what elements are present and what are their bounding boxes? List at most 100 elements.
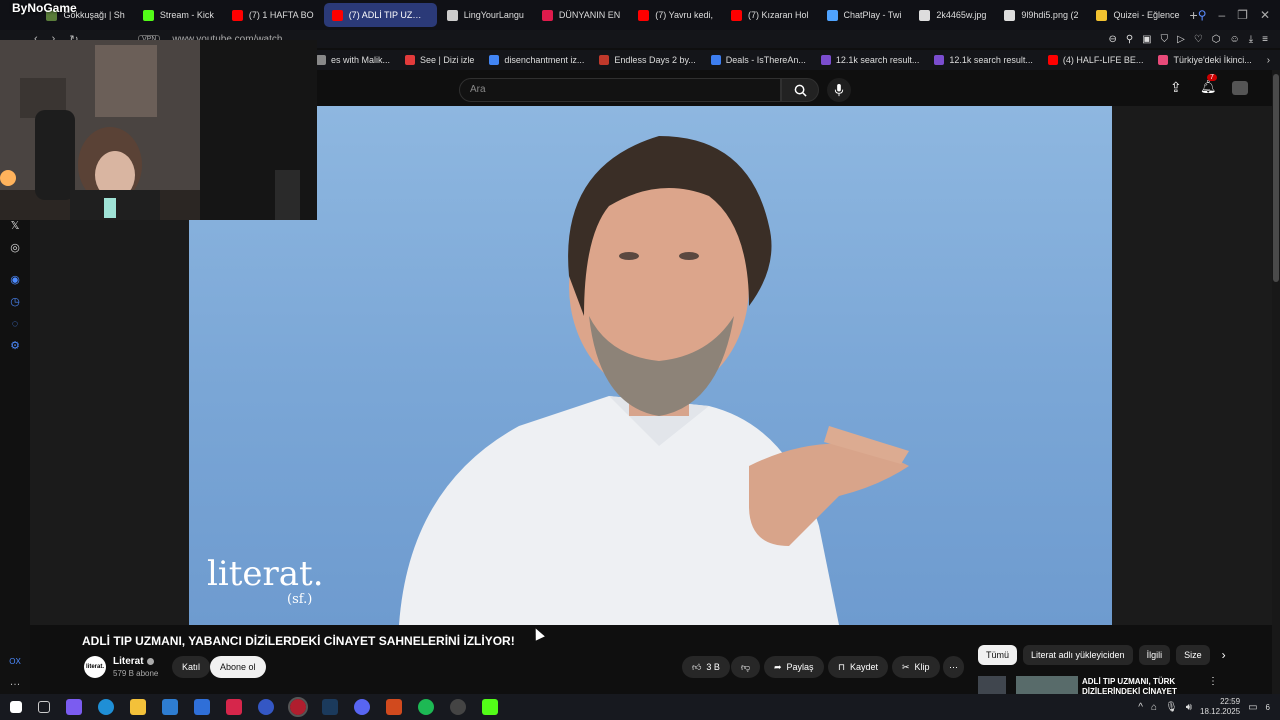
app-icon[interactable] — [226, 699, 242, 715]
mic-tray-icon[interactable]: 🎙︎ — [1165, 702, 1178, 713]
tab-list: Gökkuşağı | Sh Stream - Kick (7) 1 HAFTA B… — [38, 3, 1189, 27]
heart-icon[interactable]: ♡ — [1194, 34, 1203, 45]
bookmark-item[interactable]: 12.1k search result... — [934, 55, 1033, 65]
recommended-thumbnail-a[interactable] — [978, 676, 1006, 694]
create-icon[interactable]: ⇪ — [1170, 79, 1182, 96]
obs-icon[interactable] — [450, 699, 466, 715]
zoom-icon[interactable]: ⊖ — [1108, 34, 1116, 45]
bookmark-item[interactable]: See | Dizi izle — [405, 55, 474, 65]
recommended-video[interactable]: ADLİ TIP UZMANI, TÜRK DİZİLERİNDEKİ CİNA… — [978, 676, 1272, 694]
search-input[interactable]: Ara — [459, 78, 781, 102]
close-window-icon[interactable]: ✕ — [1260, 8, 1270, 22]
settings-icon[interactable]: ⚙ — [9, 340, 21, 352]
network-icon[interactable]: ⌂ — [1151, 702, 1157, 713]
tab-item[interactable]: Quizei - Eğlence — [1088, 3, 1187, 27]
tab-item[interactable]: Stream - Kick — [135, 3, 222, 27]
bookmark-item[interactable]: Deals - IsThereAn... — [710, 55, 806, 65]
bookmark-item[interactable]: Endless Days 2 by... — [599, 55, 696, 65]
discord-taskbar-icon[interactable] — [354, 699, 370, 715]
clip-button[interactable]: ✂ Klip — [892, 656, 940, 678]
extensions-icon[interactable]: ⬡ — [1212, 34, 1221, 45]
player-icon[interactable]: ◉ — [9, 274, 21, 286]
copilot-icon[interactable] — [66, 699, 82, 715]
tab-item[interactable]: (7) Kızaran Hol — [723, 3, 817, 27]
store-icon[interactable] — [162, 699, 178, 715]
notifications-icon[interactable]: 🔔︎ — [1200, 79, 1217, 95]
tray-chevron-icon[interactable]: ^ — [1138, 702, 1143, 713]
channel-name[interactable]: Literat — [113, 656, 144, 667]
bookmark-item[interactable]: 12.1k search result... — [820, 55, 919, 65]
account-avatar[interactable] — [1232, 81, 1248, 95]
new-tab-button[interactable]: + — [1190, 7, 1198, 23]
explorer-icon[interactable] — [130, 699, 146, 715]
tab-label: DÜNYANIN EN — [558, 10, 621, 20]
start-icon[interactable] — [10, 701, 22, 713]
bookmark-item[interactable]: es with Malik... — [316, 55, 390, 65]
tab-item[interactable]: 2k4465w.jpg — [911, 3, 994, 27]
chip-from-uploader[interactable]: Literat adlı yükleyiciden — [1023, 645, 1133, 665]
history-icon[interactable]: ◷ — [9, 296, 21, 308]
bookmark-item[interactable]: disenchantment iz... — [489, 55, 584, 65]
page-scrollbar[interactable] — [1272, 70, 1280, 694]
download-icon[interactable]: ⤓ — [1249, 34, 1253, 45]
channel-avatar[interactable]: literat. — [84, 656, 106, 678]
dislike-button[interactable]: 👎︎ — [731, 656, 761, 678]
save-button[interactable]: ⊓ Kaydet — [828, 656, 889, 678]
tab-item[interactable]: (7) 1 HAFTA BO — [224, 3, 322, 27]
chevron-right-icon[interactable]: › — [1222, 648, 1226, 662]
play-icon[interactable]: ▷ — [1177, 34, 1185, 45]
bookmarks-more-icon[interactable]: › — [1267, 55, 1280, 66]
mail-icon[interactable] — [194, 699, 210, 715]
chip-all[interactable]: Tümü — [978, 645, 1018, 665]
subscribe-button[interactable]: Abone ol — [210, 656, 266, 678]
recommended-title[interactable]: ADLİ TIP UZMANI, TÜRK DİZİLERİNDEKİ CİNA… — [1082, 677, 1182, 694]
search-tabs-icon[interactable]: ⚲ — [1198, 8, 1207, 22]
chip-for-you[interactable]: Size — [1176, 645, 1210, 665]
tab-item[interactable]: LingYourLangu — [439, 3, 532, 27]
more-actions-button[interactable]: ⋯ — [943, 656, 964, 678]
discord-icon[interactable]: ◎ — [9, 242, 21, 254]
edge-icon[interactable] — [98, 699, 114, 715]
tab-item[interactable]: (7) ADLİ TIP UZMANI — [323, 3, 437, 27]
voice-search-button[interactable] — [827, 78, 851, 102]
like-button[interactable]: 👍︎ 3 B — [682, 656, 730, 678]
tab-label: (7) Yavru kedi, — [655, 10, 713, 20]
task-view-icon[interactable] — [38, 701, 50, 713]
more-icon[interactable]: … — [9, 676, 21, 688]
minimize-icon[interactable]: – — [1218, 8, 1225, 22]
tab-item[interactable]: ChatPlay - Twi — [819, 3, 910, 27]
share-button[interactable]: ➦ Paylaş — [764, 656, 824, 678]
pin-icon[interactable]: ⚲ — [1126, 34, 1133, 45]
clock[interactable]: 22:59 18.12.2025 — [1200, 697, 1240, 717]
game-icon[interactable] — [386, 699, 402, 715]
scrollbar-thumb[interactable] — [1273, 74, 1279, 282]
launcher-icon[interactable] — [258, 699, 274, 715]
restore-icon[interactable]: ❐ — [1237, 8, 1248, 22]
profile-icon[interactable]: ☺ — [1230, 34, 1240, 45]
steam-icon[interactable] — [322, 699, 338, 715]
video-frame[interactable]: literat. (sf.) — [189, 106, 1112, 625]
volume-icon[interactable]: 🔊︎ — [1186, 702, 1192, 713]
x-icon[interactable]: 𝕏 — [9, 220, 21, 232]
channel-name-row[interactable]: Literat — [113, 656, 154, 667]
tab-item[interactable]: (7) Yavru kedi, — [630, 3, 721, 27]
spotify-icon[interactable] — [418, 699, 434, 715]
bookmark-item[interactable]: Türkiye'deki İkinci... — [1158, 55, 1252, 65]
opera-icon[interactable] — [288, 697, 308, 717]
chip-related[interactable]: İlgili — [1138, 645, 1171, 665]
join-button[interactable]: Katıl — [172, 656, 211, 678]
shield-icon[interactable]: ⛉ — [1161, 34, 1169, 45]
notification-center-icon[interactable]: ▭ — [1248, 702, 1257, 713]
snapshot-icon[interactable]: ▣ — [1142, 34, 1151, 45]
tab-item[interactable]: 9l9hdi5.png (2 — [996, 3, 1086, 27]
more-vertical-icon[interactable]: ⋮ — [1208, 676, 1218, 687]
menu-icon[interactable]: ≡ — [1262, 34, 1268, 45]
bookmark-item[interactable]: (4) HALF-LIFE BE... — [1047, 55, 1143, 65]
ox-icon[interactable]: OX — [9, 656, 21, 668]
search-icon — [794, 84, 807, 97]
chat-icon[interactable]: ◌ — [9, 318, 21, 330]
search-button[interactable] — [781, 78, 819, 102]
recommended-thumbnail-b[interactable] — [1016, 676, 1078, 694]
kick-taskbar-icon[interactable] — [482, 699, 498, 715]
tab-item[interactable]: DÜNYANIN EN — [534, 3, 628, 27]
